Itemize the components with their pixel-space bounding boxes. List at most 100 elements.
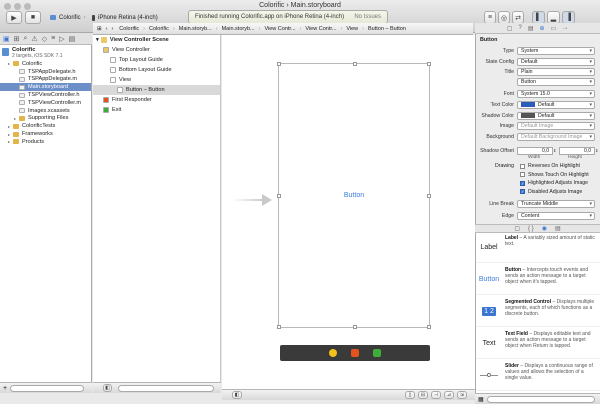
drawing-option[interactable]: ✓ Highlighted Adjusts Image [520,180,588,186]
add-icon[interactable]: + [3,385,7,392]
size-inspector-icon[interactable]: ▭ [551,25,557,32]
inspector-row-control[interactable]: Button [517,77,595,86]
navigator-item[interactable]: ▸ Frameworks [0,130,91,138]
inspector-row-control[interactable]: System 15.0 [517,89,595,98]
close-icon[interactable] [4,3,11,10]
first-responder-icon[interactable] [351,349,359,357]
drawing-option[interactable]: Shows Touch On Highlight [520,172,589,178]
resize-handle[interactable] [427,62,431,66]
edge-popup[interactable]: Content [517,211,595,220]
canvas-button[interactable]: Button [279,192,429,199]
drawing-option[interactable]: Reverses On Highlight [520,163,580,169]
resizing-button[interactable]: ⇲ [457,391,467,399]
resize-handle[interactable] [353,62,357,66]
checkbox[interactable] [520,163,525,169]
run-button[interactable]: ▶ [6,11,22,24]
jump-bar-item[interactable]: View Contr... [303,26,338,32]
navigator-item[interactable]: ▸ Supporting Files [0,115,91,123]
resize-handle[interactable] [277,62,281,66]
issue-tab-icon[interactable]: ⚠ [31,35,37,43]
outline-item[interactable]: First Responder [93,95,220,105]
connections-inspector-icon[interactable]: → [562,25,568,31]
navigator-item[interactable]: Images.xcassets [0,107,91,115]
outline-item[interactable]: Button – Button [93,85,220,95]
inspector-row-control[interactable]: Default [517,57,595,66]
navigator-item[interactable]: ▸ Colorific [0,60,91,68]
inspector-row-control[interactable]: System [517,46,595,55]
inspector-row-control[interactable]: Default Background Image [517,132,595,141]
library-item[interactable]: Label Label – A variably sized amount of … [476,233,600,263]
navigator-item[interactable]: ▸ Products [0,138,91,146]
scene-row[interactable]: ▾ View Controller Scene [93,35,220,45]
code-snippet-icon[interactable]: { } [528,226,534,232]
outline-toggle-button[interactable]: ◧ [232,391,242,399]
search-tab-icon[interactable]: ⌕ [24,35,28,43]
log-tab-icon[interactable]: ▤ [69,35,76,43]
file-template-icon[interactable]: ▢ [514,225,520,232]
navigator-item[interactable]: TSPAppDelegate.h [0,68,91,76]
stepper-icon[interactable]: ⇕ [553,148,557,153]
media-library-icon[interactable]: ▤ [555,225,561,232]
library-item[interactable]: Button Button – Intercepts touch events a… [476,265,600,295]
align-button[interactable]: ⊟ [418,391,428,399]
grid-view-icon[interactable]: ▦ [478,396,484,403]
resize-handle[interactable] [277,325,281,329]
navigator-item[interactable]: TSPAppDelegate.m [0,76,91,84]
scheme-selector[interactable]: Colorific › [50,12,89,23]
line-break-popup[interactable]: Truncate Middle [517,199,595,208]
resolve-button[interactable]: ⊿ [444,391,454,399]
object-library-icon[interactable]: ◉ [542,225,547,232]
project-root[interactable]: Colorific 2 targets, iOS SDK 7.1 [0,45,91,60]
jump-bar-item[interactable]: View [344,26,360,32]
quick-help-icon[interactable]: ? [518,25,521,31]
test-tab-icon[interactable]: ◇ [42,35,47,43]
outline-item[interactable]: View [93,75,220,85]
outline-item[interactable]: Top Layout Guide [93,55,220,65]
drawing-option[interactable]: ✓ Disabled Adjusts Image [520,189,582,195]
debug-tab-icon[interactable]: ≡ [51,35,55,42]
jump-bar-item[interactable]: Colorific [117,26,141,32]
navigator-item[interactable]: Main.storyboard [0,83,91,92]
shadow-height-input[interactable]: 0,0 [559,146,595,155]
hide-outline-button[interactable]: ◧ [103,384,112,392]
navigator-item[interactable]: ▸ ColorificTests [0,122,91,130]
symbol-tab-icon[interactable]: ⊞ [14,35,20,43]
inspector-row-control[interactable]: Default Image [517,121,595,130]
checkbox[interactable] [520,172,525,177]
outline-item[interactable]: Bottom Layout Guide [93,65,220,75]
stepper-icon[interactable]: ⇕ [595,148,599,153]
identity-inspector-icon[interactable]: ▤ [528,25,534,32]
inspector-row-control[interactable]: Default [517,111,595,120]
view-controller-icon[interactable] [329,349,337,357]
inspector-row-control[interactable]: Plain [517,67,595,76]
library-item[interactable]: —o— Slider – Displays a continuous range … [476,361,600,391]
form-factor-button[interactable]: ▯ [405,391,415,399]
jump-bar-item[interactable]: Button – Button [366,26,408,32]
library-item[interactable]: 1 2 Segmented Control – Displays multiple… [476,297,600,327]
navigator-filter-input[interactable] [10,384,85,392]
jump-bar-item[interactable]: Main.storyb... [220,26,257,32]
related-items-icon[interactable]: ⊞ [95,26,104,32]
inspector-row-control[interactable]: Default [517,100,595,109]
jump-bar-item[interactable]: Colorific [147,26,171,32]
device-selector[interactable]: iPhone Retina (4-inch) [92,12,158,23]
view-controller-frame[interactable]: Button [277,62,431,329]
attributes-inspector-icon[interactable]: ⊕ [539,25,544,32]
pin-button[interactable]: ⊣ [431,391,441,399]
zoom-icon[interactable] [24,3,31,10]
exit-icon[interactable] [373,349,381,357]
entry-point-arrow[interactable] [232,194,272,206]
navigator-item[interactable]: TSPViewController.h [0,91,91,99]
checkbox[interactable]: ✓ [520,189,525,194]
resize-handle[interactable] [353,325,357,329]
library-filter-input[interactable] [486,395,595,403]
folder-tab-icon[interactable]: ▣ [3,35,10,43]
file-inspector-icon[interactable]: ▢ [507,25,513,32]
library-item[interactable]: Text Text Field – Displays editable text … [476,329,600,359]
shadow-width-input[interactable]: 0,0 [517,146,553,155]
jump-bar-item[interactable]: Main.storyb... [177,26,214,32]
navigator-item[interactable]: TSPViewController.m [0,99,91,107]
outline-item[interactable]: View Controller [93,45,220,55]
outline-filter-input[interactable] [118,384,214,392]
minimize-icon[interactable] [14,3,21,10]
